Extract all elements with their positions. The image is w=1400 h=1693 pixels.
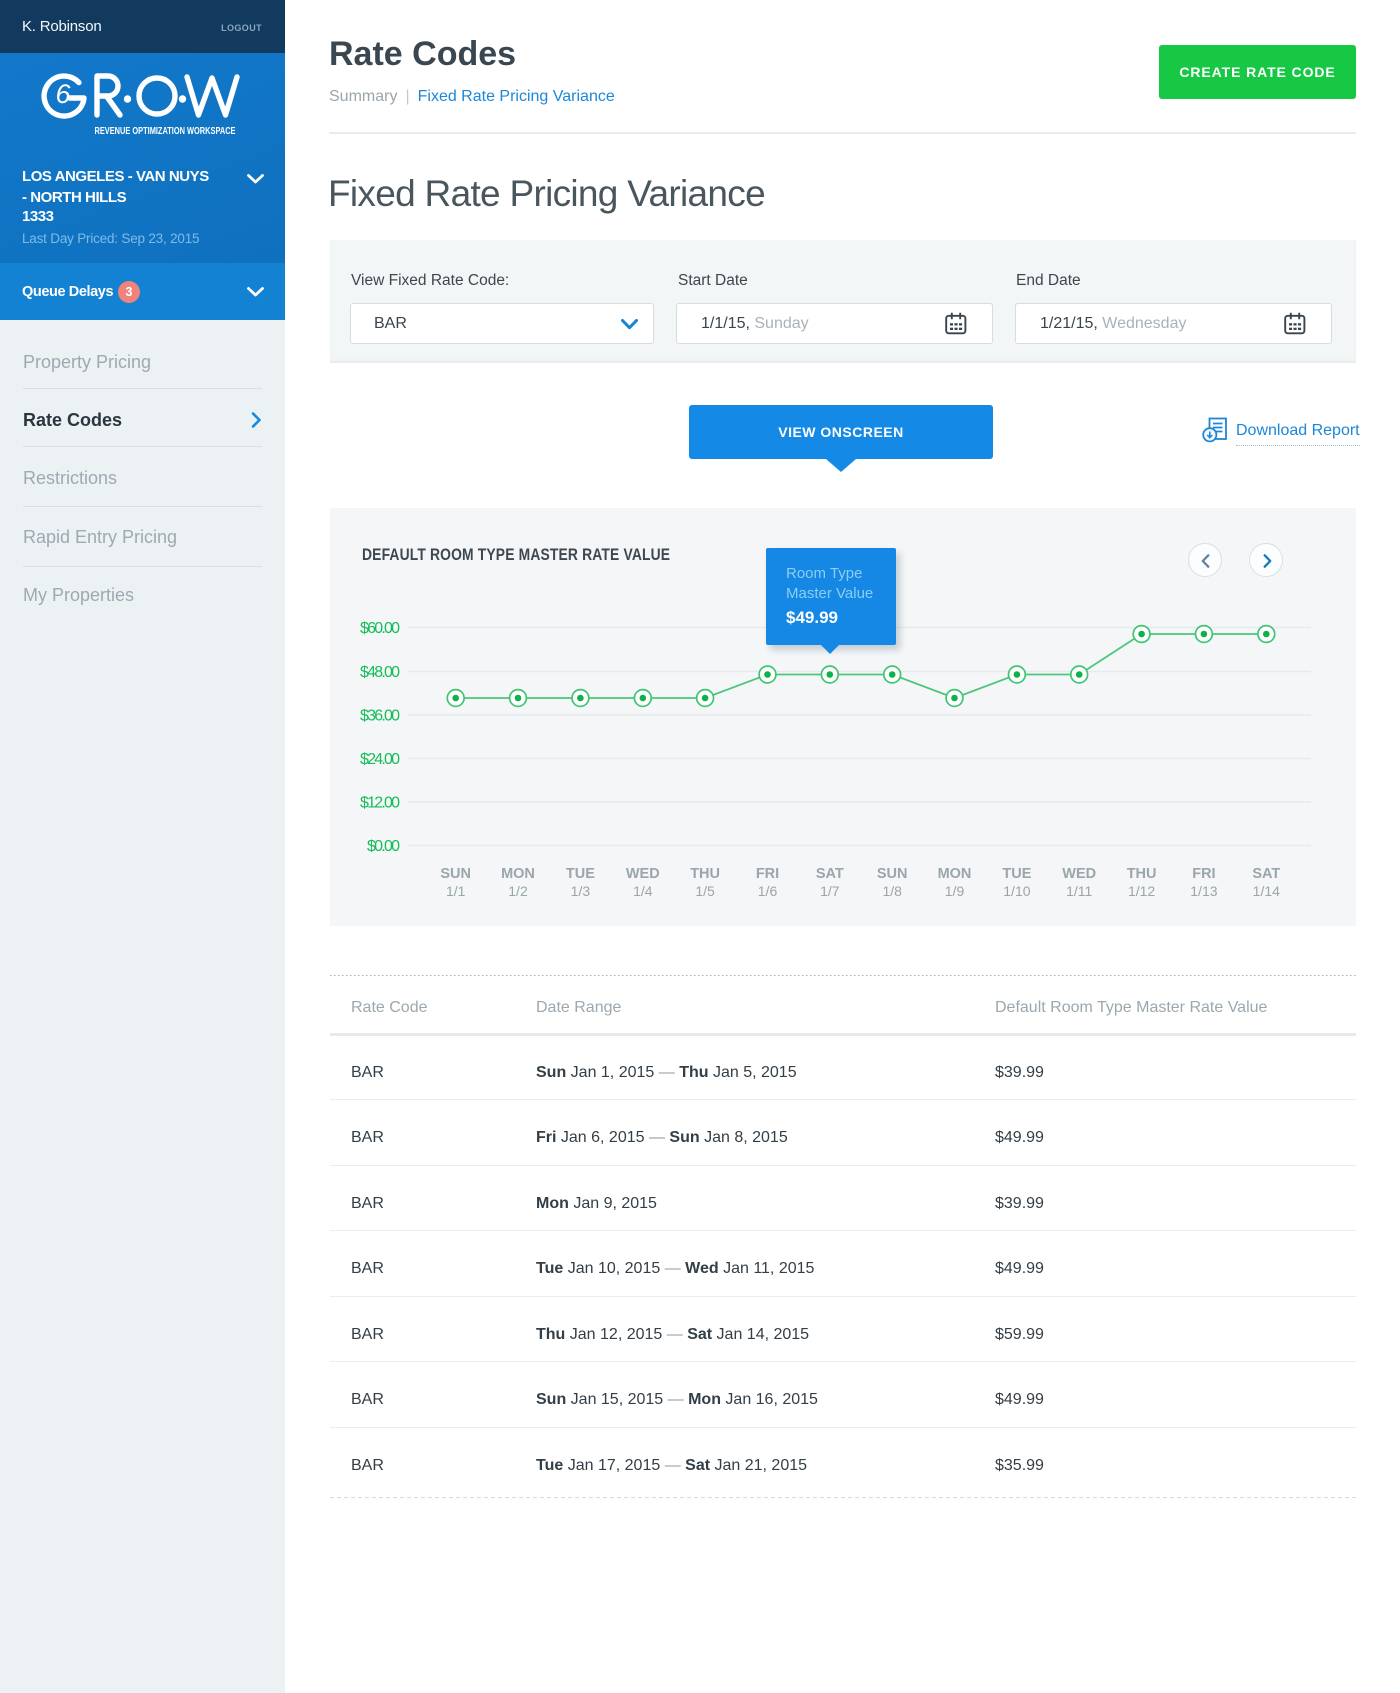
svg-text:WED: WED [1062, 866, 1096, 882]
svg-text:TUE: TUE [1002, 866, 1031, 882]
svg-text:$0.00: $0.00 [367, 838, 400, 855]
svg-text:THU: THU [1127, 866, 1157, 882]
svg-text:$60.00: $60.00 [360, 620, 400, 637]
svg-text:$48.00: $48.00 [360, 664, 400, 681]
svg-text:1/3: 1/3 [571, 883, 591, 899]
svg-text:1/2: 1/2 [508, 883, 528, 899]
svg-text:MON: MON [501, 866, 535, 882]
svg-text:1/1: 1/1 [446, 883, 466, 899]
svg-text:1/5: 1/5 [695, 883, 715, 899]
svg-text:1/9: 1/9 [945, 883, 965, 899]
svg-text:SAT: SAT [1252, 866, 1280, 882]
svg-text:1/13: 1/13 [1190, 883, 1217, 899]
svg-text:1/12: 1/12 [1128, 883, 1155, 899]
svg-text:TUE: TUE [566, 866, 595, 882]
svg-text:FRI: FRI [756, 866, 779, 882]
svg-text:FRI: FRI [1192, 866, 1215, 882]
svg-text:1/8: 1/8 [882, 883, 902, 899]
svg-text:1/4: 1/4 [633, 883, 653, 899]
svg-text:$36.00: $36.00 [360, 708, 400, 725]
svg-text:$24.00: $24.00 [360, 751, 400, 768]
svg-text:WED: WED [626, 866, 660, 882]
svg-text:MON: MON [938, 866, 972, 882]
svg-text:THU: THU [690, 866, 720, 882]
svg-text:SUN: SUN [440, 866, 471, 882]
svg-text:1/14: 1/14 [1253, 883, 1280, 899]
svg-text:$12.00: $12.00 [360, 795, 400, 812]
svg-text:SAT: SAT [816, 866, 844, 882]
svg-text:1/11: 1/11 [1066, 883, 1092, 899]
svg-text:REVENUE OPTIMIZATION WORKSPACE: REVENUE OPTIMIZATION WORKSPACE [95, 126, 236, 137]
svg-text:1/7: 1/7 [820, 883, 840, 899]
svg-text:1/6: 1/6 [758, 883, 778, 899]
svg-text:1/10: 1/10 [1003, 883, 1030, 899]
svg-text:6: 6 [56, 79, 72, 109]
svg-text:SUN: SUN [877, 866, 908, 882]
